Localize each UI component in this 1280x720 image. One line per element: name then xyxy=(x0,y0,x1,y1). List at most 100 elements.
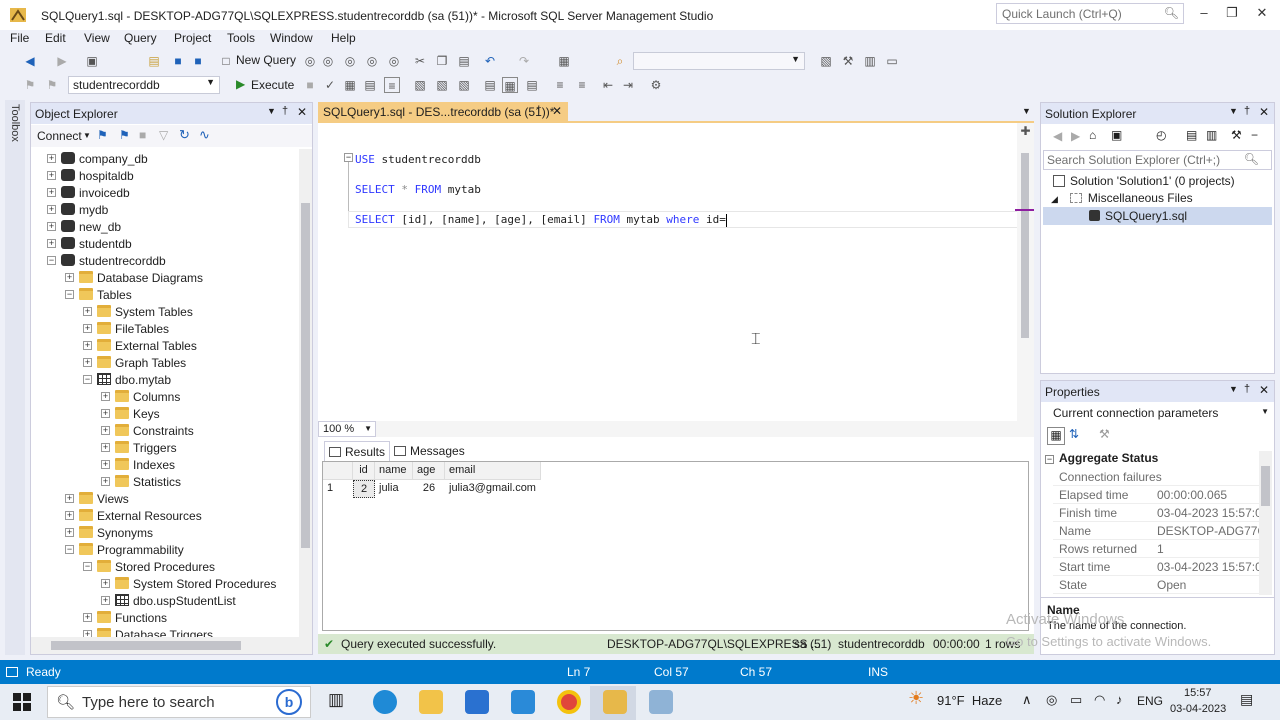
quick-launch-input[interactable]: Quick Launch (Ctrl+Q) 🔍︎ xyxy=(996,3,1184,24)
new-project-icon[interactable]: ▣ xyxy=(84,53,100,69)
table-cell[interactable]: 26 xyxy=(413,480,445,498)
forward-icon[interactable]: ▶ xyxy=(54,53,70,69)
history-icon[interactable]: ◴ xyxy=(1156,128,1166,142)
toolbox-strip[interactable]: Toolbox xyxy=(5,100,25,655)
collapse-icon[interactable]: − xyxy=(1045,455,1054,464)
pin-icon[interactable]: † xyxy=(1244,105,1250,117)
paste-icon[interactable]: ▤ xyxy=(456,53,472,69)
pin-icon[interactable]: † xyxy=(536,105,542,116)
mdx-query-icon[interactable]: ◎ xyxy=(320,53,336,69)
wifi-icon[interactable]: ◠ xyxy=(1094,692,1105,708)
menu-edit[interactable]: Edit xyxy=(45,31,66,45)
dax-query-icon[interactable]: ◎ xyxy=(386,53,402,69)
mail-icon[interactable] xyxy=(511,690,535,714)
property-row[interactable]: Elapsed time 00:00:00.065 xyxy=(1053,486,1263,504)
switch-views-icon[interactable]: ▣ xyxy=(1111,128,1122,142)
show-all-icon[interactable]: ▥ xyxy=(1206,128,1217,142)
pin-icon[interactable]: † xyxy=(282,105,288,117)
property-row[interactable]: Connection failures xyxy=(1053,468,1263,486)
battery-icon[interactable]: ▭ xyxy=(1070,692,1082,708)
tab-results[interactable]: Results xyxy=(324,441,391,461)
live-stats-icon[interactable]: ▧ xyxy=(434,77,450,93)
undo-icon[interactable]: ↶ xyxy=(482,53,498,69)
save-all-icon[interactable]: ■ xyxy=(190,53,206,69)
expand-icon[interactable]: + xyxy=(47,205,56,214)
expand-icon[interactable]: + xyxy=(101,409,110,418)
task-view-icon[interactable]: ▥ xyxy=(328,690,344,710)
chevron-up-icon[interactable]: ∧ xyxy=(1022,692,1032,708)
expand-icon[interactable]: + xyxy=(83,324,92,333)
property-category[interactable]: − Aggregate Status xyxy=(1045,451,1158,465)
menu-help[interactable]: Help xyxy=(331,31,356,45)
property-row[interactable]: Rows returned 1 xyxy=(1053,540,1263,558)
client-stats-icon[interactable]: ▧ xyxy=(456,77,472,93)
weather-text[interactable]: 91°F Haze xyxy=(937,693,1002,708)
filter-icon[interactable]: ▽ xyxy=(159,128,168,142)
split-icon[interactable]: ✚ xyxy=(1017,124,1034,140)
change-connection-icon[interactable]: ⚑ xyxy=(44,77,60,93)
connect-icon[interactable]: ⚑ xyxy=(97,128,108,142)
chevron-down-icon[interactable]: ▼ xyxy=(1229,106,1238,116)
notification-icon[interactable]: ▤ xyxy=(1240,691,1253,708)
close-icon[interactable]: ✕ xyxy=(1259,105,1269,119)
column-header[interactable]: age xyxy=(413,462,445,480)
zoom-select[interactable]: 100 % ▼ xyxy=(318,421,376,437)
expand-icon[interactable]: + xyxy=(65,528,74,537)
store-icon[interactable] xyxy=(465,690,489,714)
find-icon[interactable]: ⌕ xyxy=(612,53,628,69)
execute-button[interactable]: Execute xyxy=(251,78,294,92)
editor-hscroll[interactable] xyxy=(318,421,1034,437)
menu-view[interactable]: View xyxy=(84,31,110,45)
collapse-icon[interactable]: − xyxy=(65,290,74,299)
new-query-button[interactable]: New Query xyxy=(236,53,296,67)
collapse-icon[interactable]: − xyxy=(47,256,56,265)
chevron-down-icon[interactable]: ▼ xyxy=(1022,106,1031,116)
chevron-down-icon[interactable]: ▼ xyxy=(1229,384,1238,394)
expand-icon[interactable]: + xyxy=(65,494,74,503)
database-selector[interactable]: studentrecorddb ▼ xyxy=(68,76,220,94)
back-icon[interactable]: ◀ xyxy=(1053,129,1062,143)
uncomment-icon[interactable]: ≡ xyxy=(574,77,590,93)
collapse-icon[interactable]: − xyxy=(65,545,74,554)
home-icon[interactable]: ⌂ xyxy=(1089,128,1096,142)
chrome-icon[interactable] xyxy=(557,690,581,714)
connect-icon[interactable]: ⚑ xyxy=(22,77,38,93)
stop-icon[interactable]: ■ xyxy=(302,77,318,93)
file-explorer-icon[interactable] xyxy=(419,690,443,714)
tab-sqlquery1[interactable]: SQLQuery1.sql - DES...trecorddb (sa (51)… xyxy=(318,102,568,122)
categorized-icon[interactable]: ▦ xyxy=(1047,427,1065,445)
close-button[interactable]: ✕ xyxy=(1248,5,1276,23)
language-indicator[interactable]: ENG xyxy=(1137,694,1163,708)
properties-icon[interactable]: ⚒ xyxy=(840,53,856,69)
scrollbar-thumb[interactable] xyxy=(1021,153,1029,338)
chevron-down-icon[interactable]: ▼ xyxy=(267,106,276,116)
chevron-down-icon[interactable]: ▼ xyxy=(83,131,91,140)
scrollbar-thumb[interactable] xyxy=(51,641,241,650)
save-icon[interactable]: ■ xyxy=(170,53,186,69)
results-grid[interactable]: id name age email 1 2 julia 26 julia3@gm… xyxy=(322,461,1029,631)
volume-icon[interactable]: ♪ xyxy=(1116,692,1123,707)
solution-search-input[interactable]: Search Solution Explorer (Ctrl+;) 🔍︎ xyxy=(1043,150,1272,170)
table-cell[interactable]: julia xyxy=(375,480,413,498)
decrease-indent-icon[interactable]: ⇤ xyxy=(600,77,616,93)
alphabetical-icon[interactable]: ⇅ xyxy=(1069,427,1079,441)
maximize-button[interactable]: ❐ xyxy=(1218,5,1246,23)
notepad-icon[interactable] xyxy=(649,690,673,714)
scrollbar-thumb[interactable] xyxy=(1261,466,1270,506)
file-node[interactable]: SQLQuery1.sql xyxy=(1089,209,1187,223)
table-cell[interactable]: julia3@gmail.com xyxy=(445,480,541,498)
open-icon[interactable]: ▤ xyxy=(146,53,162,69)
close-icon[interactable]: ✕ xyxy=(1259,383,1269,397)
menu-file[interactable]: File xyxy=(10,31,29,45)
results-text-icon[interactable]: ▤ xyxy=(482,77,498,93)
close-icon[interactable]: ✕ xyxy=(297,105,307,119)
back-icon[interactable]: ◀ xyxy=(22,53,38,69)
collapse-icon[interactable]: − xyxy=(83,375,92,384)
forward-icon[interactable]: ▶ xyxy=(1071,129,1080,143)
toolbox-icon[interactable]: ▥ xyxy=(862,53,878,69)
dmx-query-icon[interactable]: ◎ xyxy=(342,53,358,69)
close-icon[interactable]: ✕ xyxy=(552,104,562,118)
windows-start-icon[interactable] xyxy=(13,693,31,711)
menu-project[interactable]: Project xyxy=(174,31,211,45)
expand-icon[interactable]: + xyxy=(83,630,92,637)
